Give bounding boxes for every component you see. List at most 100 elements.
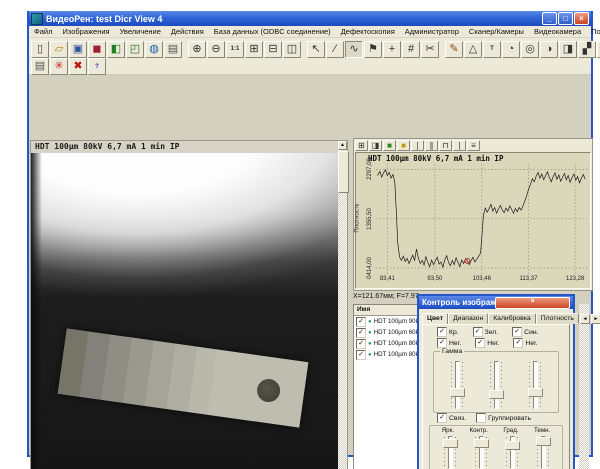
marker-green-icon[interactable]: ■ [383, 140, 396, 151]
checkbox-син[interactable]: ✓Син. [512, 327, 538, 337]
histogram-icon[interactable]: ▞ [578, 41, 596, 58]
export-icon[interactable]: ◰ [126, 41, 144, 58]
checkbox-нег[interactable]: ✓Нег. [437, 338, 461, 348]
print-icon-glyph: ▤ [168, 44, 178, 55]
menu-item-действия[interactable]: Действия [166, 27, 209, 36]
range-lines-icon[interactable]: ∥ [425, 140, 438, 151]
polygon-icon[interactable]: △ [464, 41, 482, 58]
checkbox-нег[interactable]: ✓Нег. [513, 338, 537, 348]
checkbox-кр[interactable]: ✓Кр. [437, 327, 459, 337]
save-green-icon[interactable]: ◧ [107, 41, 125, 58]
slider-thumb[interactable] [443, 439, 458, 448]
cursor-line-icon[interactable]: ∣ [411, 140, 424, 151]
dialog-title-bar[interactable]: Контроль изображения × [419, 296, 573, 309]
panel-vertical-scrollbar[interactable]: ▼ [579, 304, 589, 469]
xray-image[interactable] [31, 153, 338, 469]
menu-item-изображения[interactable]: Изображения [57, 27, 114, 36]
slider-thumb[interactable] [474, 439, 489, 448]
plot-canvas[interactable] [376, 164, 588, 274]
copy-plot-icon[interactable]: ◨ [369, 140, 382, 151]
pan-icon[interactable]: + [383, 41, 401, 58]
tab-калибровка[interactable]: Калибровка [488, 313, 535, 324]
gamma-slider-green[interactable] [488, 360, 504, 410]
slider-thumb[interactable] [528, 388, 543, 397]
checkbox-icon[interactable]: ✓ [356, 339, 366, 349]
menu-item-помощь[interactable]: Помощь [586, 27, 600, 36]
peaks-icon[interactable]: ⊓ [439, 140, 452, 151]
clock-icon[interactable]: ◔ [502, 41, 520, 58]
menu-item-дефектоскопия[interactable]: Дефектоскопия [336, 27, 400, 36]
table-icon[interactable]: ⊞ [355, 140, 368, 151]
menu-item-видеокамера[interactable]: Видеокамера [529, 27, 586, 36]
save-red-icon[interactable]: ◼ [88, 41, 106, 58]
pencil-icon[interactable]: ✎ [445, 41, 463, 58]
checkbox-группировать[interactable]: Группировать [476, 413, 531, 423]
measure-line-icon[interactable]: ∕ [326, 41, 344, 58]
contrast-slider[interactable] [473, 435, 489, 469]
gamma-slider-blue[interactable] [527, 360, 543, 410]
text-tool-icon[interactable]: T [483, 41, 501, 58]
checkbox-связ[interactable]: ✓Связ. [437, 413, 466, 423]
split-vertical-icon[interactable]: ◫ [283, 41, 301, 58]
tab-scroll-right-icon[interactable]: ► [591, 314, 600, 324]
gamma-slider-red[interactable] [449, 360, 465, 410]
gradation-slider[interactable] [504, 435, 520, 469]
slider-thumb[interactable] [536, 437, 551, 446]
brightness-slider[interactable] [442, 435, 458, 469]
globe-icon[interactable]: ◍ [145, 41, 163, 58]
checkbox-icon[interactable]: ✓ [356, 350, 366, 360]
target-icon[interactable]: ◎ [521, 41, 539, 58]
menu-item-увеличение[interactable]: Увеличение [115, 27, 166, 36]
slider-thumb[interactable] [450, 388, 465, 397]
tile-windows-icon[interactable]: ⊞ [245, 41, 263, 58]
invert-icon[interactable]: ◨ [559, 41, 577, 58]
menu-item-сканер-камеры[interactable]: Сканер/Камеры [464, 27, 529, 36]
checkbox-нег[interactable]: ✓Нег. [475, 338, 499, 348]
restore-button[interactable]: □ [558, 12, 573, 25]
open-folder-icon[interactable]: ▱ [50, 41, 68, 58]
print-icon[interactable]: ▤ [164, 41, 182, 58]
title-bar[interactable]: ВидеоРен: test Dicr View 4 _ □ × [29, 11, 591, 26]
second-cursor-icon[interactable]: ∣ [453, 140, 466, 151]
zoom-1-1-icon[interactable]: 1:1 [226, 41, 244, 58]
checkbox-icon[interactable]: ✓ [356, 328, 366, 338]
menu-item-администратор[interactable]: Администратор [400, 27, 464, 36]
minimize-button[interactable]: _ [542, 12, 557, 25]
delete-icon[interactable]: ✖ [69, 58, 87, 75]
zoom-in-icon[interactable]: ⊕ [188, 41, 206, 58]
new-file-icon[interactable]: ▯ [31, 41, 49, 58]
menu-item-файл[interactable]: Файл [29, 27, 57, 36]
slider-thumb[interactable] [489, 390, 504, 399]
tab-scroll-left-icon[interactable]: ◄ [580, 314, 590, 324]
split-horizontal-icon[interactable]: ⊟ [264, 41, 282, 58]
batch-tool-icon[interactable]: ✳ [50, 58, 68, 75]
menu-item-база-данных-odbc-соединение[interactable]: База данных (ODBC соединение) [209, 27, 336, 36]
checkbox-зел[interactable]: ✓Зел. [473, 327, 499, 337]
checkbox-icon: ✓ [513, 338, 523, 348]
dialog-close-icon[interactable]: × [495, 297, 570, 309]
crop-icon[interactable]: # [402, 41, 420, 58]
pointer-icon[interactable]: ↖ [307, 41, 325, 58]
open-folder-icon-glyph: ▱ [55, 44, 63, 55]
help-icon[interactable]: ? [88, 58, 106, 75]
scrollbar-thumb[interactable] [338, 151, 349, 193]
shadows-slider[interactable] [535, 435, 551, 469]
profile-tool-icon[interactable]: ∿ [345, 41, 363, 58]
close-button[interactable]: × [574, 12, 589, 25]
page-setup-icon[interactable]: ▤ [31, 58, 49, 75]
zoom-out-icon[interactable]: ⊖ [207, 41, 225, 58]
profile-plot[interactable]: HDT 100µm 80kV 6,7 mA 1 min IP Плотность… [355, 152, 591, 289]
slider-thumb[interactable] [505, 441, 520, 450]
scroll-up-button[interactable]: ▲ [338, 141, 347, 150]
gamma-group: Гамма [433, 351, 559, 413]
cut-icon[interactable]: ✂ [421, 41, 439, 58]
save-icon[interactable]: ▣ [69, 41, 87, 58]
viewer-vertical-scrollbar[interactable]: ▲ ▼ [338, 141, 347, 469]
levels-icon[interactable]: ≡ [467, 140, 480, 151]
tab-плотность[interactable]: Плотность [536, 313, 579, 324]
marker-yellow-icon[interactable]: ■ [397, 140, 410, 151]
flag-icon[interactable]: ⚑ [364, 41, 382, 58]
checkbox-icon[interactable]: ✓ [356, 317, 366, 327]
tab-диапазон[interactable]: Диапазон [448, 313, 488, 324]
gradient-icon[interactable]: ◑ [540, 41, 558, 58]
